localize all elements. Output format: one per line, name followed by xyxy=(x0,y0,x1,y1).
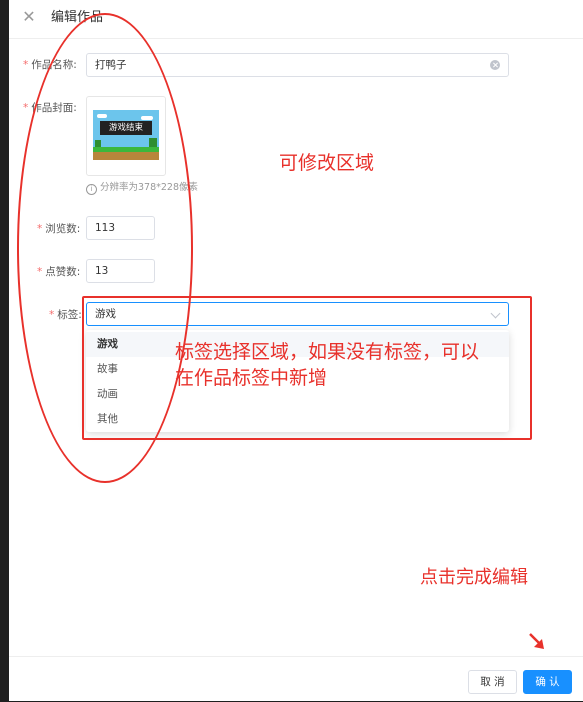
confirm-button[interactable]: 确 认 xyxy=(523,670,572,694)
annotation-arrow-icon xyxy=(529,633,544,649)
close-icon[interactable]: ✕ xyxy=(21,9,37,25)
annotation-editable-area: 可修改区域 xyxy=(279,152,375,174)
annotation-finish: 点击完成编辑 xyxy=(420,567,528,588)
cancel-button[interactable]: 取 消 xyxy=(468,670,517,694)
annotation-tag-area-line1: 标签选择区域，如果没有标签，可以 xyxy=(175,341,480,363)
clear-icon[interactable] xyxy=(490,60,500,70)
edit-work-dialog: ✕ 编辑作品 * 作品名称: 打鸭子 * 作品封面: 游戏结束 i 分辨率为378*2… xyxy=(9,0,583,701)
annotation-tag-area-line2: 在作品标签中新增 xyxy=(175,367,328,389)
dialog-footer: 取 消 确 认 xyxy=(9,656,583,702)
